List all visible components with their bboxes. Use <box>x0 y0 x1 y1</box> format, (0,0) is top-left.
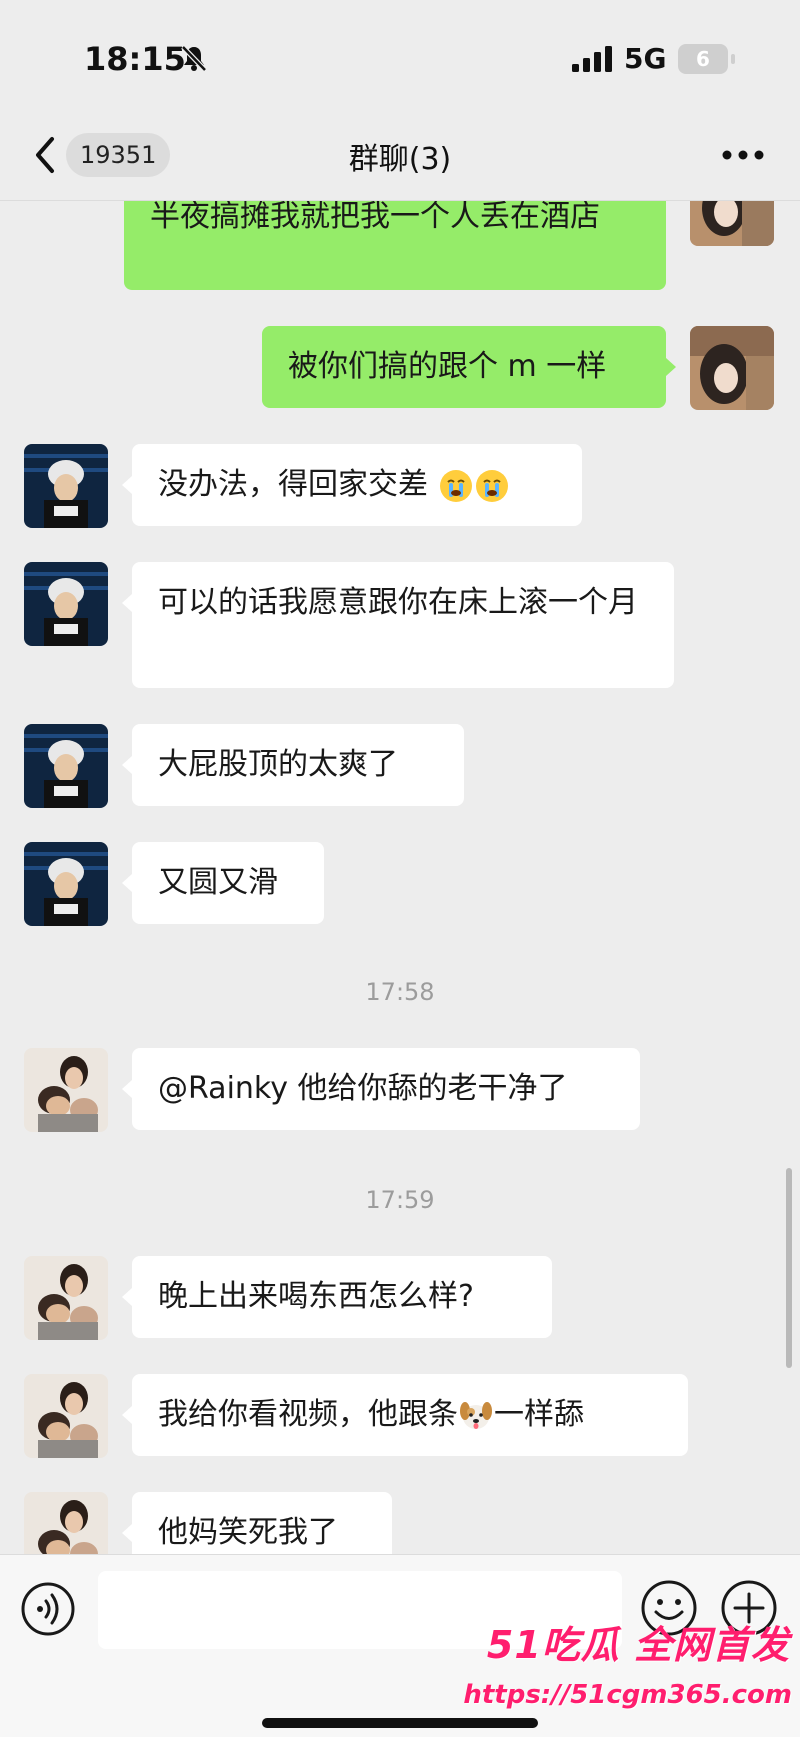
bubble-tail <box>122 874 132 892</box>
chat-title: 群聊(3) <box>348 142 452 177</box>
avatar-contact-1[interactable] <box>24 444 108 528</box>
message-text: 没办法，得回家交差 <box>158 467 428 502</box>
more-dots-icon[interactable] <box>718 140 768 170</box>
scrollbar[interactable] <box>786 1168 792 1368</box>
avatar-image <box>24 1492 108 1554</box>
avatar-contact-1[interactable] <box>24 842 108 926</box>
avatar-image <box>24 1374 108 1458</box>
avatar-contact-1[interactable] <box>24 724 108 808</box>
bubble-tail <box>122 1288 132 1306</box>
avatar-image <box>24 1048 108 1132</box>
message-text: 半夜搞摊我就把我一个人丢在酒店 <box>150 200 600 234</box>
home-indicator[interactable] <box>262 1718 538 1728</box>
message-text: 晚上出来喝东西怎么样? <box>158 1279 474 1314</box>
message-bubble-incoming[interactable]: 我给你看视频，他跟条 一样舔 <box>132 1374 688 1456</box>
network-type: 5G <box>624 42 667 75</box>
bubble-tail <box>122 756 132 774</box>
message-list[interactable]: 半夜搞摊我就把我一个人丢在酒店 被你们搞的跟个 m 一样 没办法，得回家交差 可… <box>0 200 800 1554</box>
avatar-contact-1[interactable] <box>24 562 108 646</box>
battery-level: 6 <box>696 47 710 71</box>
avatar-contact-2[interactable] <box>24 1492 108 1554</box>
message-bubble-outgoing[interactable]: 被你们搞的跟个 m 一样 <box>262 326 666 408</box>
avatar-contact-2[interactable] <box>24 1374 108 1458</box>
message-bubble-outgoing[interactable]: 半夜搞摊我就把我一个人丢在酒店 <box>124 200 666 290</box>
message-text-part: 一样舔 <box>494 1397 584 1432</box>
battery-icon: 6 <box>678 44 728 74</box>
bubble-tail <box>122 1406 132 1424</box>
dog-face-emoji <box>460 1401 492 1429</box>
bubble-tail <box>122 594 132 612</box>
avatar-self[interactable] <box>690 326 774 410</box>
message-text: 他妈笑死我了 <box>158 1515 338 1550</box>
bubble-tail <box>122 476 132 494</box>
avatar-image <box>24 1256 108 1340</box>
avatar-contact-2[interactable] <box>24 1256 108 1340</box>
message-text: 被你们搞的跟个 m 一样 <box>288 349 607 384</box>
message-bubble-incoming[interactable]: @Rainky 他给你舔的老干净了 <box>132 1048 640 1130</box>
status-bar: 18:15 5G 6 <box>0 0 800 110</box>
avatar-contact-2[interactable] <box>24 1048 108 1132</box>
avatar-image <box>690 200 774 246</box>
message-timestamp: 17:58 <box>365 978 435 1006</box>
bubble-tail <box>666 358 676 376</box>
message-text: 可以的话我愿意跟你在床上滚一个月 <box>158 585 638 620</box>
bell-slash-icon <box>181 45 207 72</box>
voice-icon[interactable] <box>20 1581 76 1637</box>
message-bubble-incoming[interactable]: 没办法，得回家交差 <box>132 444 582 526</box>
bubble-tail <box>122 1524 132 1542</box>
message-bubble-incoming[interactable]: 他妈笑死我了 <box>132 1492 392 1554</box>
avatar-self[interactable] <box>690 200 774 246</box>
watermark: 51吃瓜 全网首发 https://51cgm365.com <box>463 1614 800 1736</box>
bubble-tail <box>122 1080 132 1098</box>
message-bubble-incoming[interactable]: 晚上出来喝东西怎么样? <box>132 1256 552 1338</box>
message-bubble-incoming[interactable]: 大屁股顶的太爽了 <box>132 724 464 806</box>
message-timestamp: 17:59 <box>365 1186 435 1214</box>
chat-header: 19351 群聊(3) <box>0 110 800 201</box>
message-bubble-incoming[interactable]: 又圆又滑 <box>132 842 324 924</box>
battery-tip <box>731 54 735 64</box>
watermark-url: https://51cgm365.com <box>463 1680 792 1710</box>
avatar-image <box>24 562 108 646</box>
avatar-image <box>690 326 774 410</box>
message-text: 大屁股顶的太爽了 <box>158 747 398 782</box>
message-bubble-incoming[interactable]: 可以的话我愿意跟你在床上滚一个月 <box>132 562 674 688</box>
message-text-part: 我给你看视频，他跟条 <box>158 1397 458 1432</box>
avatar-image <box>24 842 108 926</box>
watermark-brand: 51吃瓜 全网首发 <box>486 1623 790 1667</box>
crying-face-emoji <box>475 469 508 502</box>
avatar-image <box>24 444 108 528</box>
message-text: @Rainky 他给你舔的老干净了 <box>158 1071 568 1106</box>
avatar-image <box>24 724 108 808</box>
status-time: 18:15 <box>84 40 186 78</box>
signal-icon <box>572 46 612 72</box>
crying-face-emoji <box>439 469 472 502</box>
message-text: 又圆又滑 <box>158 865 278 900</box>
